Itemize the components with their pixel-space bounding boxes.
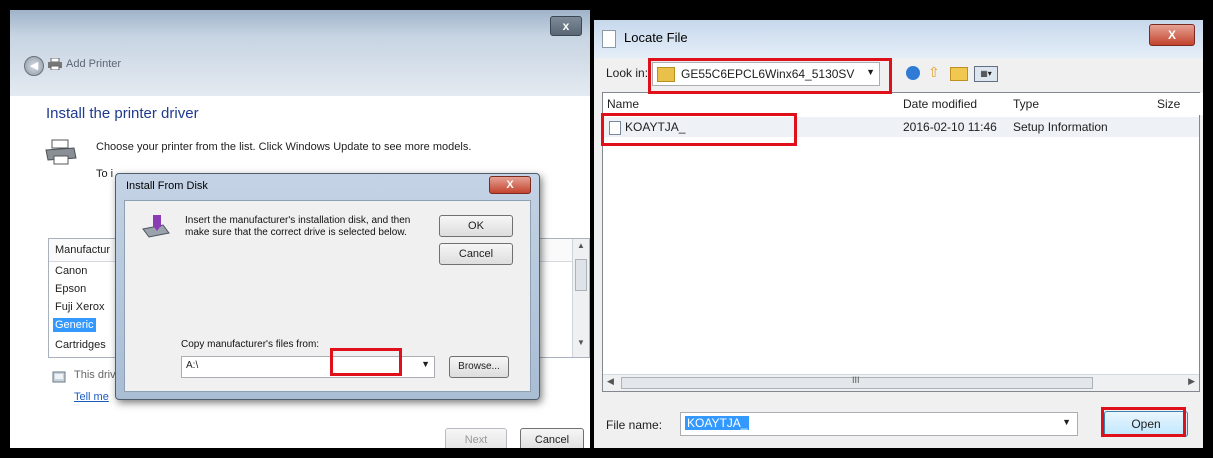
highlight-box-file (601, 113, 797, 146)
scroll-up-icon[interactable]: ▲ (573, 241, 589, 250)
add-printer-titlebar: x ◀ Add Printer (10, 10, 590, 96)
copy-from-label: Copy manufacturer's files from: (181, 339, 320, 350)
file-date: 2016-02-10 11:46 (903, 120, 997, 134)
list-item[interactable]: Canon (53, 264, 89, 278)
list-item[interactable]: Fuji Xerox (53, 300, 107, 314)
tell-me-link[interactable]: Tell me (74, 391, 109, 403)
file-icon (602, 30, 616, 48)
dialog-body: Insert the manufacturer's installation d… (124, 200, 531, 392)
dropdown-arrow-icon[interactable]: ▼ (421, 359, 430, 369)
window-title: Add Printer (66, 58, 122, 70)
scroll-grip: III (852, 375, 860, 385)
close-button[interactable]: x (550, 16, 582, 36)
column-header-type[interactable]: Type (1009, 93, 1154, 115)
ok-button[interactable]: OK (439, 215, 513, 237)
scroll-thumb[interactable]: III (621, 375, 1093, 389)
cancel-button[interactable]: Cancel (439, 243, 513, 265)
file-name-label: File name: (606, 418, 663, 432)
column-header-size[interactable]: Size (1153, 93, 1203, 115)
scroll-thumb[interactable] (575, 259, 587, 291)
dialog-title: Install From Disk (126, 180, 208, 192)
scroll-down-icon[interactable]: ▼ (573, 338, 589, 347)
list-item-selected[interactable]: Generic (53, 318, 96, 332)
up-folder-icon[interactable]: ⇧ (928, 64, 942, 80)
driver-signed-text: This driv (74, 369, 116, 381)
column-header-name[interactable]: Name (603, 93, 900, 115)
locate-file-titlebar: Locate File X (594, 20, 1203, 58)
browse-button[interactable]: Browse... (449, 356, 509, 378)
next-button[interactable]: Next (445, 428, 507, 448)
cancel-button[interactable]: Cancel (520, 428, 584, 448)
copy-from-value: A:\ (186, 360, 199, 371)
look-in-label: Look in: (606, 66, 649, 80)
instruction-text-2: To i (96, 168, 114, 180)
back-arrow-icon[interactable]: ◀ (24, 56, 44, 76)
scroll-left-icon[interactable]: ◀ (607, 376, 614, 387)
shield-icon (52, 371, 66, 383)
close-button[interactable]: X (1149, 24, 1195, 46)
file-name-value: KOAYTJA_ (685, 416, 750, 430)
list-item[interactable]: Epson (53, 282, 88, 296)
scrollbar[interactable]: ▲ ▼ (572, 239, 589, 357)
close-button[interactable]: X (489, 176, 531, 194)
printer-icon (48, 58, 62, 70)
scroll-right-icon[interactable]: ▶ (1188, 376, 1195, 387)
file-type: Setup Information (1013, 120, 1108, 134)
window-title: Locate File (624, 30, 688, 45)
file-name-input[interactable]: KOAYTJA_ ▼ (680, 412, 1078, 436)
back-nav-icon[interactable] (906, 66, 920, 80)
highlight-box-open (1101, 407, 1186, 437)
horizontal-scrollbar[interactable]: ◀ III ▶ (603, 374, 1199, 391)
highlight-box-look-in (648, 58, 892, 94)
highlight-box-browse (330, 348, 402, 376)
dropdown-arrow-icon[interactable]: ▼ (1062, 417, 1071, 427)
instruction-text: Choose your printer from the list. Click… (96, 141, 472, 153)
new-folder-icon[interactable] (950, 67, 968, 81)
disk-drive-icon (142, 215, 170, 238)
list-item[interactable]: Cartridges (53, 338, 108, 352)
dialog-message: Insert the manufacturer's installation d… (185, 215, 411, 238)
printer-icon (45, 139, 77, 165)
view-menu-icon[interactable]: ▦▾ (974, 66, 998, 82)
page-title: Install the printer driver (46, 105, 199, 122)
manufacturer-header-label: Manufactur (55, 244, 111, 256)
install-from-disk-dialog: Install From Disk X Insert the manufactu… (115, 173, 540, 400)
column-header-date[interactable]: Date modified (899, 93, 1010, 115)
